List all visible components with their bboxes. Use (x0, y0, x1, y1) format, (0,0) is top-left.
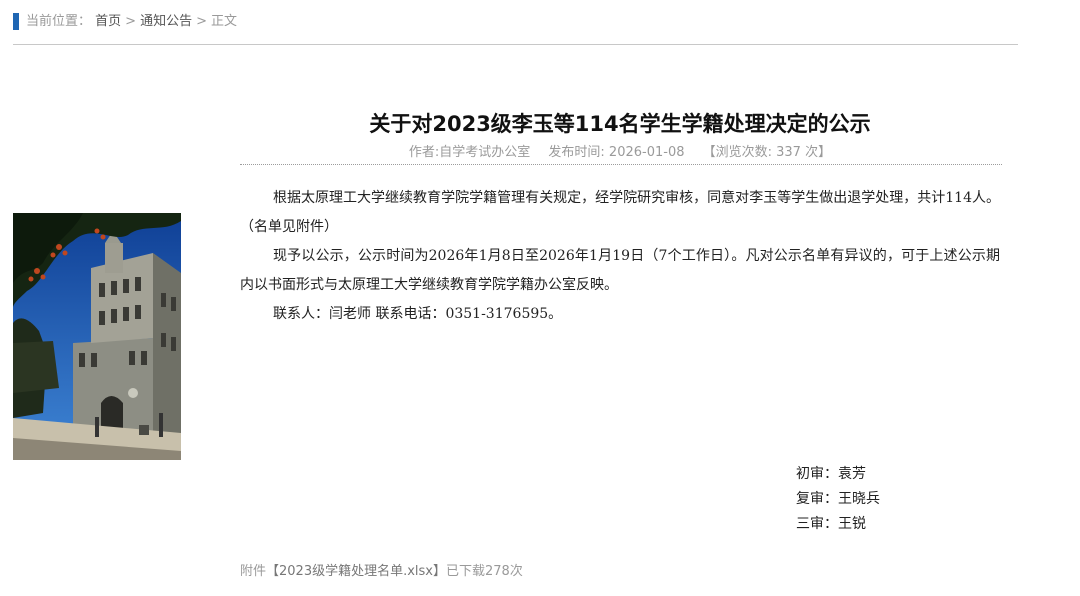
article-author: 作者:自学考试办公室 (408, 145, 531, 160)
attachment-prefix: 附件 (240, 564, 267, 579)
article-body: 根据太原理工大学继续教育学院学籍管理有关规定，经学院研究审核，同意对李玉等学生做… (240, 184, 1000, 329)
breadcrumb-separator: > (125, 14, 137, 29)
article-publish-date: 发布时间: 2026-01-08 (548, 145, 685, 160)
breadcrumb-notices-link[interactable]: 通知公告 (140, 14, 192, 29)
breadcrumb-separator: > (196, 14, 207, 29)
reviewer-second: 复审：王晓兵 (796, 491, 880, 507)
campus-building-photo (13, 213, 181, 460)
attachment-download-count: 已下载278次 (446, 564, 523, 579)
reviewer-first: 初审：袁芳 (796, 466, 866, 482)
breadcrumb-home-link[interactable]: 首页 (95, 14, 121, 29)
article-view-count: 【浏览次数: 337 次】 (702, 145, 832, 160)
reviewer-third: 三审：王锐 (796, 516, 866, 532)
article-meta: 作者:自学考试办公室 发布时间: 2026-01-08 【浏览次数: 337 次… (240, 144, 1000, 162)
reviewer-list: 初审：袁芳 复审：王晓兵 三审：王锐 (796, 462, 880, 537)
attachment-line: 附件【2023级学籍处理名单.xlsx】已下载278次 (240, 563, 523, 581)
article-paragraph: 根据太原理工大学继续教育学院学籍管理有关规定，经学院研究审核，同意对李玉等学生做… (240, 190, 1000, 235)
article-title: 关于对2023级李玉等114名学生学籍处理决定的公示 (369, 112, 871, 136)
article-paragraph: 联系人：闫老师 联系电话：0351-3176595。 (273, 306, 563, 322)
breadcrumb-divider (13, 44, 1018, 45)
title-divider (240, 164, 1002, 165)
breadcrumb: 当前位置： 首页 > 通知公告 > 正文 (26, 13, 237, 31)
breadcrumb-label: 当前位置： (26, 14, 92, 29)
article-paragraph: 现予以公示，公示时间为2026年1月8日至2026年1月19日（7个工作日）。凡… (240, 248, 1000, 293)
breadcrumb-marker (13, 13, 19, 30)
breadcrumb-current: 正文 (211, 14, 238, 29)
attachment-file-link[interactable]: 【2023级学籍处理名单.xlsx】 (266, 564, 446, 579)
